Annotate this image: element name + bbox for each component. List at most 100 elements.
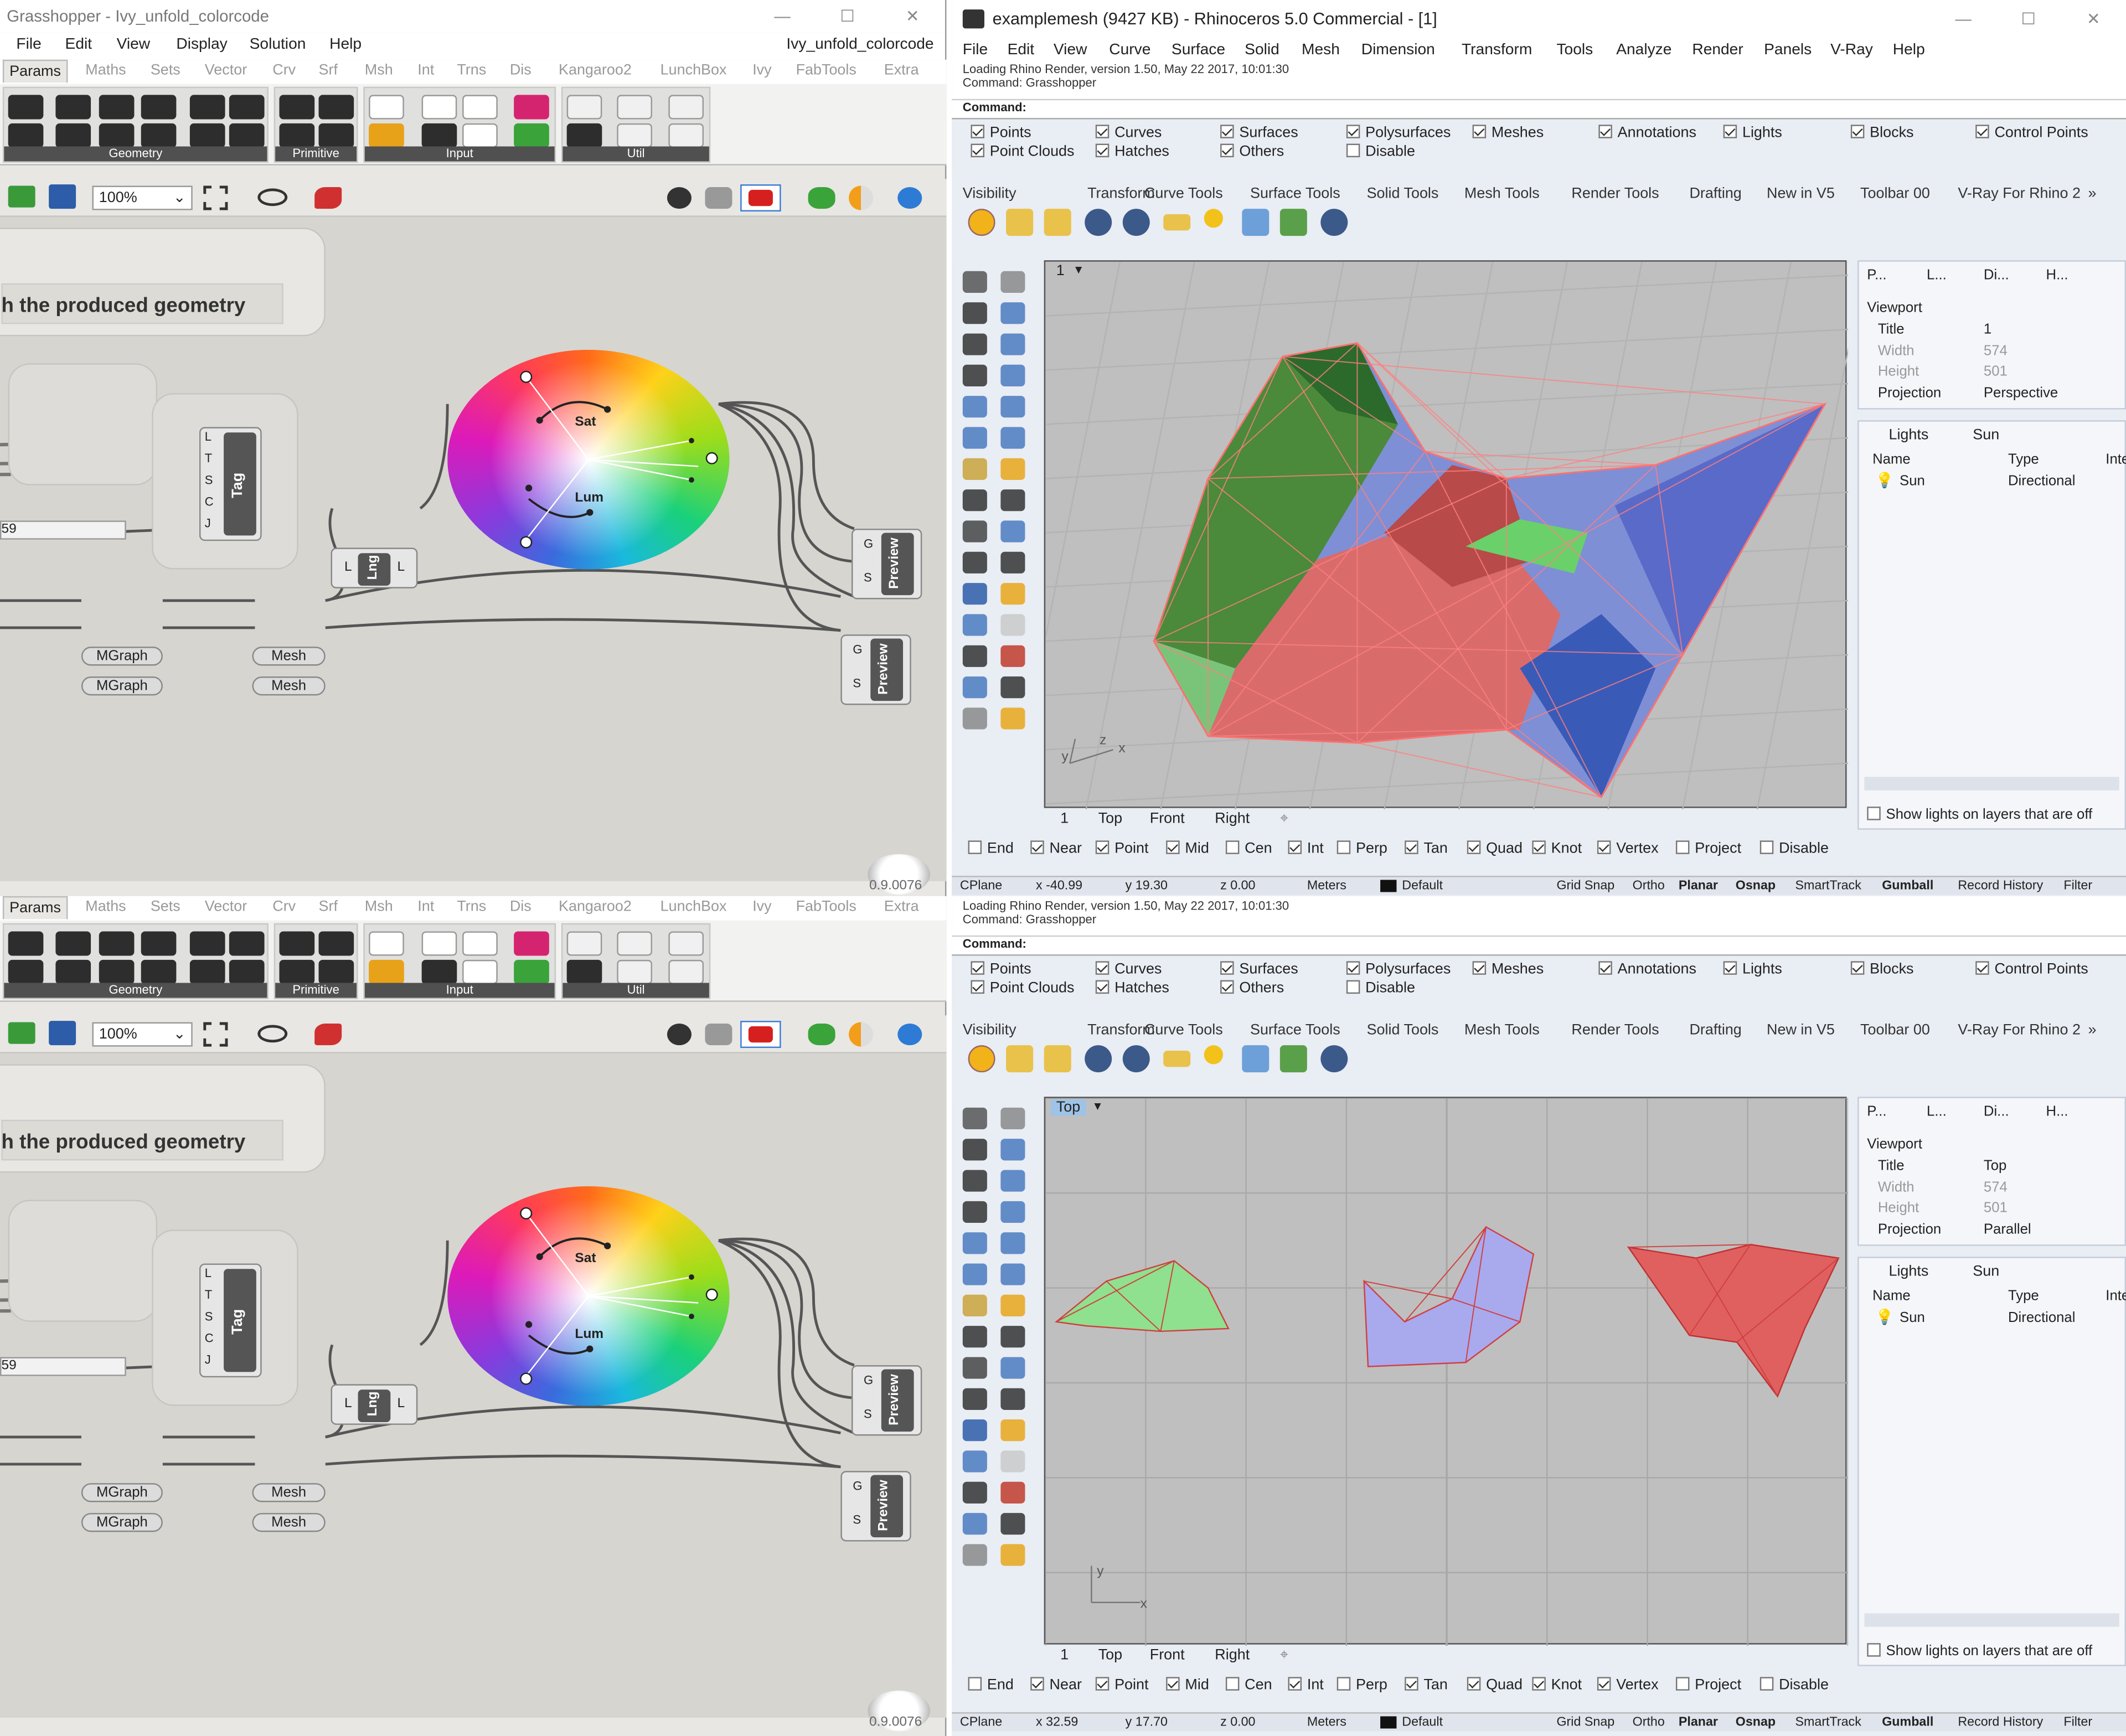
tab-trns[interactable]: Trns <box>457 899 486 915</box>
filter-point-clouds[interactable]: Point Clouds <box>971 980 1075 996</box>
preview-wire-icon[interactable] <box>705 1023 732 1046</box>
panel-icon[interactable] <box>369 95 404 120</box>
circle-icon[interactable] <box>962 364 987 386</box>
rmenu-edit[interactable]: Edit <box>1008 42 1035 58</box>
tab-msh[interactable]: Msh <box>365 899 393 915</box>
relay-arrow-icon[interactable] <box>617 959 652 984</box>
sun-icon[interactable] <box>1204 1045 1223 1065</box>
osnap-cen[interactable]: Cen <box>1225 1677 1272 1693</box>
relay-arrow-icon[interactable] <box>617 123 652 148</box>
tab-ivy[interactable]: Ivy <box>752 899 771 915</box>
tab-srf[interactable]: Srf <box>319 63 338 79</box>
rhino-minimize-icon[interactable]: — <box>1931 0 1996 38</box>
panel-tab-help[interactable]: H... <box>2046 1103 2068 1119</box>
tag-component[interactable]: L T S C J Tag <box>199 427 262 541</box>
tab-extra[interactable]: Extra <box>884 899 919 915</box>
file-icon[interactable] <box>421 931 457 956</box>
lights-scrollbar[interactable] <box>1864 777 2119 790</box>
box-param-icon[interactable] <box>189 123 225 148</box>
toolbar-tab-mesh-tools[interactable]: Mesh Tools <box>1464 186 1540 202</box>
status-layer[interactable]: Default <box>1402 879 1443 893</box>
gradient-icon[interactable] <box>462 95 498 120</box>
tabs-overflow-icon[interactable]: » <box>2088 186 2096 202</box>
surface-param-icon[interactable] <box>141 931 177 956</box>
close-icon[interactable]: ✕ <box>880 0 945 33</box>
status-filter-button[interactable]: Filter <box>2063 1715 2092 1730</box>
value-list-icon[interactable] <box>462 123 498 148</box>
osnap-perp[interactable]: Perp <box>1337 840 1387 857</box>
open-file-icon[interactable] <box>8 1022 35 1044</box>
toolbar-tab-mesh-tools[interactable]: Mesh Tools <box>1464 1022 1540 1038</box>
mesh-param-icon[interactable] <box>229 95 265 120</box>
vptab-right[interactable]: Right <box>1215 1647 1250 1663</box>
curve-param-icon[interactable] <box>99 95 135 120</box>
osnap-tan[interactable]: Tan <box>1405 840 1448 857</box>
extrude-icon[interactable] <box>962 1326 987 1348</box>
loft-icon[interactable] <box>1000 489 1025 512</box>
status-record-history-button[interactable]: Record History <box>1958 879 2043 893</box>
panel-tab-properties[interactable]: P... <box>1867 267 1886 283</box>
filter-blocks[interactable]: Blocks <box>1850 125 1914 141</box>
filter-polysurfaces[interactable]: Polysurfaces <box>1346 961 1451 978</box>
status-osnap-button[interactable]: Osnap <box>1736 879 1776 893</box>
flask-icon[interactable] <box>668 123 704 148</box>
sketch-icon[interactable] <box>314 187 342 209</box>
dimension-icon[interactable] <box>1000 614 1025 636</box>
text-icon[interactable] <box>962 1450 987 1472</box>
field-param-icon[interactable] <box>229 959 265 984</box>
surface-param-icon[interactable] <box>141 95 177 120</box>
preview-shaded-icon[interactable] <box>740 184 781 212</box>
open-file-icon[interactable] <box>8 185 35 208</box>
surface-icon[interactable] <box>962 427 987 449</box>
tab-sets[interactable]: Sets <box>151 63 180 79</box>
vray-options-icon[interactable] <box>1044 1045 1071 1073</box>
rmenu-dimension[interactable]: Dimension <box>1361 42 1435 58</box>
rmenu-help[interactable]: Help <box>1893 42 1925 58</box>
tab-lunchbox[interactable]: LunchBox <box>660 63 727 79</box>
panel-tab-properties[interactable]: P... <box>1867 1103 1886 1119</box>
color-wheel-gradient[interactable]: Sat Lum <box>447 349 730 570</box>
field-param-icon[interactable] <box>229 123 265 148</box>
status-units[interactable]: Meters <box>1307 879 1346 893</box>
trim-icon[interactable] <box>962 1388 987 1410</box>
osnap-int[interactable]: Int <box>1288 1677 1324 1693</box>
swatch-icon[interactable] <box>514 95 549 120</box>
check-icon[interactable] <box>962 707 987 730</box>
prop-row-width[interactable]: Width 574 <box>1859 342 2125 363</box>
status-planar-button[interactable]: Planar <box>1679 879 1718 893</box>
number-slider[interactable]: 59 <box>0 1357 126 1376</box>
check-icon[interactable] <box>962 1544 987 1566</box>
curve-icon[interactable] <box>962 1170 987 1192</box>
options-icon[interactable] <box>1006 209 1034 236</box>
toolbar-tab-curve-tools[interactable]: Curve Tools <box>1144 1022 1223 1038</box>
rmenu-render[interactable]: Render <box>1692 42 1743 58</box>
status-smarttrack-button[interactable]: SmartTrack <box>1795 879 1861 893</box>
toolbar-tab-new-in-v5[interactable]: New in V5 <box>1767 1022 1835 1038</box>
prop-row-width[interactable]: Width 574 <box>1859 1179 2125 1199</box>
tag-component[interactable]: L T S C J Tag <box>199 1263 262 1378</box>
filter-surfaces[interactable]: Surfaces <box>1220 125 1298 141</box>
help-icon[interactable] <box>1320 1045 1348 1073</box>
save-icon[interactable] <box>49 1021 76 1046</box>
number-param-icon[interactable] <box>279 959 315 984</box>
mesh-param-2[interactable]: Mesh <box>252 1513 326 1532</box>
cherry-icon[interactable] <box>566 95 602 120</box>
tab-dis[interactable]: Dis <box>510 899 532 915</box>
osnap-near[interactable]: Near <box>1030 840 1082 857</box>
arrow-icon[interactable] <box>617 95 652 120</box>
analyze-icon[interactable] <box>1000 676 1025 699</box>
mesh-param-1[interactable]: Mesh <box>252 1483 326 1502</box>
vptab-front[interactable]: Front <box>1150 811 1185 827</box>
layer-swatch-icon[interactable] <box>1380 1716 1397 1729</box>
sphere-icon[interactable] <box>1000 1294 1025 1316</box>
geometry-icon[interactable] <box>8 931 44 956</box>
viewport[interactable]: x y z 1 ▾ <box>1044 260 1848 810</box>
filter-surfaces[interactable]: Surfaces <box>1220 961 1298 978</box>
osnap-int[interactable]: Int <box>1288 840 1324 857</box>
panel-tab-help[interactable]: H... <box>2046 267 2068 283</box>
rmenu-curve[interactable]: Curve <box>1109 42 1150 58</box>
status-smarttrack-button[interactable]: SmartTrack <box>1795 1715 1861 1730</box>
tab-params[interactable]: Params <box>2 59 68 83</box>
tab-vector[interactable]: Vector <box>205 63 247 79</box>
lights-tab[interactable]: Lights <box>1888 1263 1928 1279</box>
